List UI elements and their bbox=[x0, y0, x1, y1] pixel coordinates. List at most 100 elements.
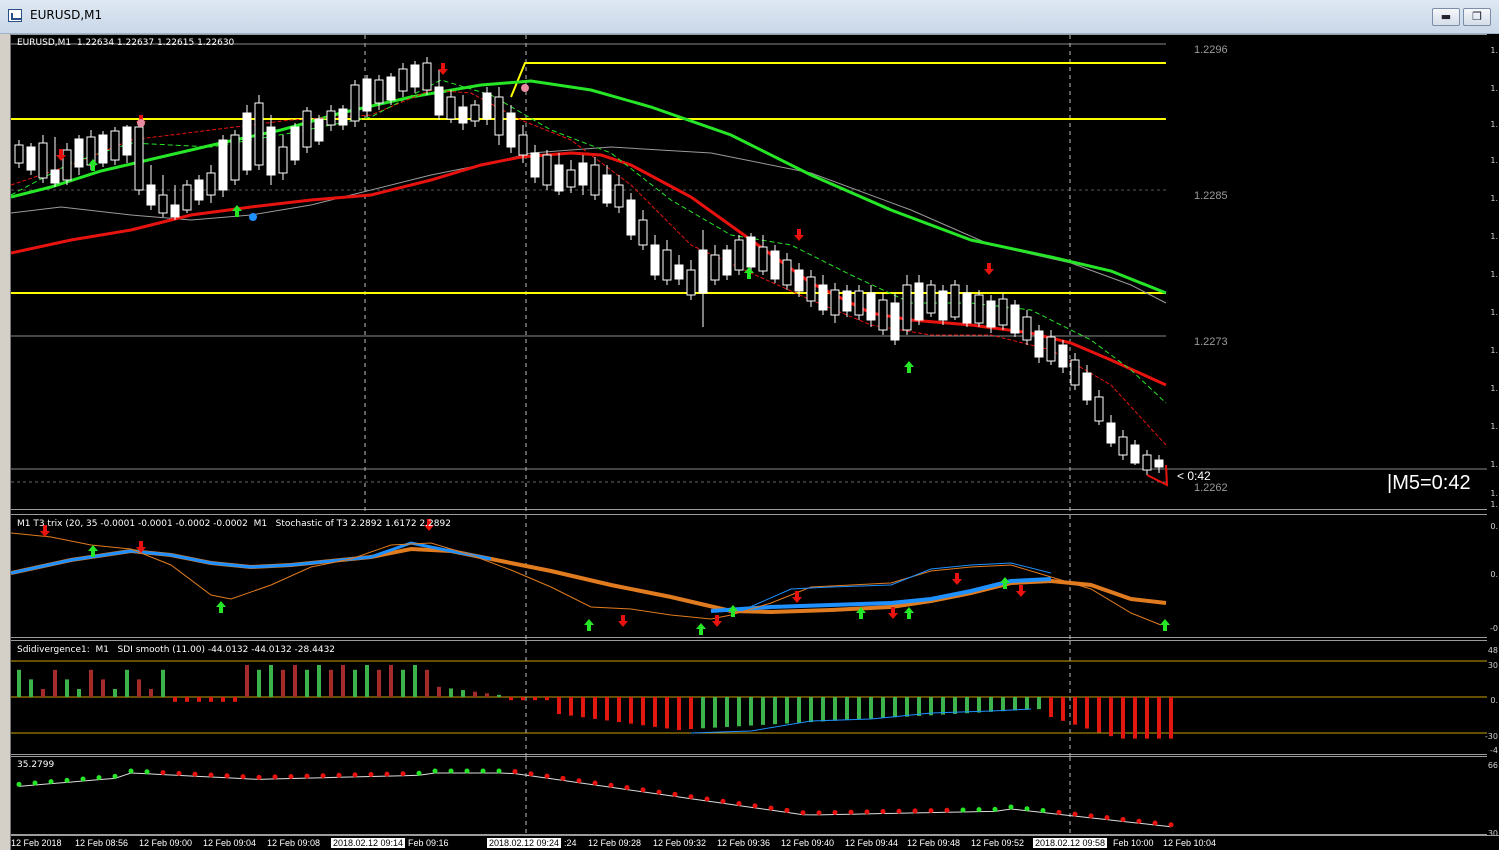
oscillator-dot bbox=[304, 773, 310, 779]
oscillator-dot bbox=[800, 810, 806, 816]
candle-body bbox=[146, 184, 156, 206]
level-line bbox=[510, 62, 1166, 98]
sdi-bar bbox=[401, 669, 405, 697]
sdi-bar bbox=[377, 669, 381, 697]
candle-body bbox=[1130, 444, 1140, 464]
sdi-bar bbox=[353, 669, 357, 697]
sdi-bar bbox=[557, 697, 561, 715]
time-axis[interactable]: 12 Feb 2018 12 Feb 08:56 12 Feb 09:00 12 Fe… bbox=[11, 835, 1499, 850]
sdi-bar bbox=[365, 665, 369, 697]
scale-tick-label: 30 bbox=[1487, 661, 1498, 670]
sdi-bar bbox=[269, 665, 273, 697]
candle-body bbox=[626, 199, 636, 236]
sdi-bar bbox=[989, 697, 993, 712]
trix-pane[interactable]: M1 T3 trix (20, 35 -0.0001 -0.0001 -0.00… bbox=[11, 514, 1488, 639]
signal-dot bbox=[249, 213, 257, 221]
candle-body bbox=[74, 138, 84, 168]
sdi-bar bbox=[653, 697, 657, 727]
buy-arrow-icon bbox=[1160, 619, 1170, 631]
time-axis-label: Feb 10:00 bbox=[1113, 838, 1154, 848]
sdi-bar bbox=[341, 665, 345, 697]
sdi-bar bbox=[953, 697, 957, 714]
oscillator-dot bbox=[960, 807, 966, 813]
candle-body bbox=[1046, 336, 1056, 362]
oscillator-dot bbox=[1056, 809, 1062, 815]
candle-body bbox=[746, 236, 756, 268]
sdi-bar bbox=[329, 669, 333, 697]
sdi-bar bbox=[809, 697, 813, 723]
candle-body bbox=[290, 126, 300, 161]
sdi-bar bbox=[1061, 697, 1065, 721]
oscillator-dot bbox=[80, 776, 86, 782]
candle-body bbox=[62, 149, 72, 181]
minimize-button[interactable]: ▬ bbox=[1432, 8, 1460, 26]
sdi-bar bbox=[1001, 697, 1005, 712]
restore-button[interactable]: ❐ bbox=[1463, 8, 1491, 26]
candle-body bbox=[986, 300, 996, 328]
candle-body bbox=[506, 112, 516, 148]
sdi-bar bbox=[977, 697, 981, 713]
candle-body bbox=[806, 276, 816, 302]
sdi-bar bbox=[293, 665, 297, 697]
oscillator-dot bbox=[640, 787, 646, 793]
oscillator-dot bbox=[400, 771, 406, 777]
sdi-bar bbox=[593, 697, 597, 719]
candle-body bbox=[890, 302, 900, 341]
scale-tick-label: 1. bbox=[1490, 84, 1498, 93]
candle-body bbox=[410, 64, 420, 88]
chart-window-icon bbox=[8, 9, 22, 22]
sdi-pane[interactable]: Sdidivergence1: M1 SDI smooth (11.00) -4… bbox=[11, 640, 1488, 756]
candle-body bbox=[278, 146, 288, 174]
oscillator-dot bbox=[96, 775, 102, 781]
price-scale[interactable]: 1. 1. 1. 1. 1. 1. 1. 1. 1. 1. 1. 1. 1. 1. 0. 0. -0 48 30 0.… bbox=[1484, 34, 1499, 850]
sdi-bar bbox=[77, 689, 81, 697]
oscillator-dot bbox=[448, 768, 454, 774]
oscillator-dot bbox=[512, 769, 518, 775]
candle-body bbox=[386, 76, 396, 101]
candle-body bbox=[230, 134, 240, 181]
oscillator-dot bbox=[592, 780, 598, 786]
oscillator-dot bbox=[1008, 804, 1014, 810]
oscillator-dot bbox=[144, 769, 150, 775]
time-axis-label: Feb 09:16 bbox=[408, 838, 449, 848]
sdi-bar bbox=[1085, 697, 1089, 729]
oscillator-dot bbox=[64, 777, 70, 783]
time-axis-label: 12 Feb 09:40 bbox=[781, 838, 835, 848]
oscillator-dot bbox=[656, 789, 662, 795]
scale-tick-label: 1. bbox=[1490, 500, 1498, 509]
dots-pane[interactable]: 35.2799 bbox=[11, 756, 1488, 836]
oscillator-dot bbox=[384, 771, 390, 777]
sdi-bar bbox=[245, 665, 249, 697]
scale-tick-label: 0. bbox=[1490, 696, 1498, 705]
oscillator-dot bbox=[112, 773, 118, 779]
scale-tick-label: 1. bbox=[1490, 346, 1498, 355]
oscillator-dot bbox=[48, 779, 54, 785]
oscillator-dot bbox=[1024, 806, 1030, 812]
buy-arrow-icon bbox=[904, 607, 914, 619]
oscillator-dot bbox=[672, 791, 678, 797]
price-level-label: 1.2273 bbox=[1194, 336, 1228, 348]
oscillator-dot bbox=[272, 774, 278, 780]
sdi-bar bbox=[785, 697, 789, 724]
price-level-label: 1.2285 bbox=[1194, 190, 1228, 202]
scale-tick-label: 1. bbox=[1490, 194, 1498, 203]
candle-body bbox=[854, 290, 864, 316]
sdi-bar bbox=[29, 679, 33, 697]
scale-tick-label: 1. bbox=[1490, 270, 1498, 279]
sdi-bar bbox=[773, 697, 777, 725]
price-pane-header: EURUSD,M1 1.22634 1.22637 1.22615 1.2263… bbox=[17, 38, 235, 48]
sdi-bar bbox=[1145, 697, 1149, 739]
price-pane[interactable]: EURUSD,M1 1.22634 1.22637 1.22615 1.2263… bbox=[11, 34, 1488, 511]
scale-tick-label: -30 bbox=[1484, 732, 1498, 741]
candle-body bbox=[182, 184, 192, 211]
oscillator-dot bbox=[1120, 816, 1126, 822]
sdi-bar bbox=[425, 669, 429, 697]
sdi-bar bbox=[821, 697, 825, 722]
oscillator-dot bbox=[128, 768, 134, 774]
oscillator-dot bbox=[176, 770, 182, 776]
sdi-bar bbox=[281, 669, 285, 697]
candle-body bbox=[350, 84, 360, 122]
oscillator-dot bbox=[1072, 811, 1078, 817]
scale-tick-label: 1. bbox=[1490, 308, 1498, 317]
chart-area[interactable]: EURUSD,M1 1.22634 1.22637 1.22615 1.2263… bbox=[10, 34, 1499, 850]
